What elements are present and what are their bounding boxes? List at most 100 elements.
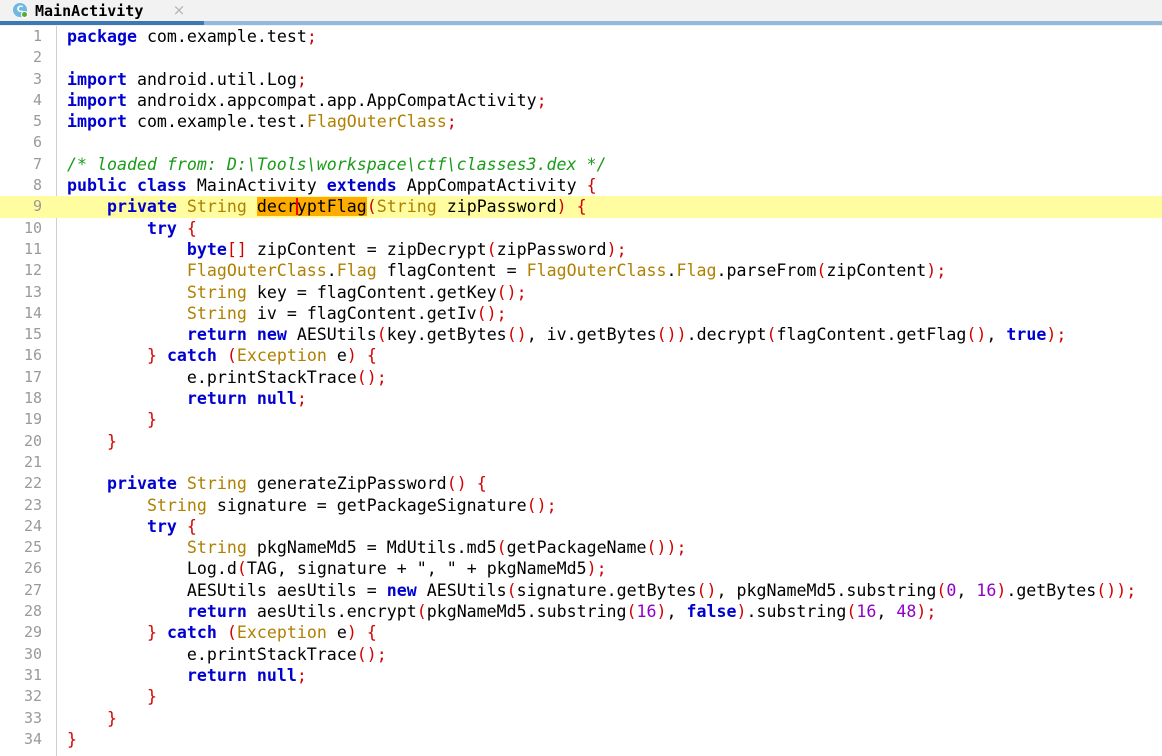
code-line[interactable]: 6 (0, 132, 1162, 153)
code-text: } (106, 708, 117, 728)
line-number: 22 (23, 474, 42, 493)
code-line[interactable]: 28 return aesUtils.encrypt(pkgNameMd5.su… (0, 601, 1162, 622)
line-number: 29 (23, 623, 42, 642)
code-text: String pkgNameMd5 = MdUtils.md5(getPacka… (186, 538, 687, 558)
code-line[interactable]: 1 package com.example.test; (0, 26, 1162, 47)
code-line[interactable]: 18 return null; (0, 388, 1162, 409)
java-class-icon: C (13, 3, 29, 19)
line-number: 34 (23, 729, 42, 748)
code-text: String key = flagContent.getKey(); (186, 282, 527, 302)
code-text: e.printStackTrace(); (186, 367, 387, 387)
code-line[interactable]: 25 String pkgNameMd5 = MdUtils.md5(getPa… (0, 537, 1162, 558)
code-text: /* loaded from: D:\Tools\workspace\ctf\c… (67, 154, 607, 174)
code-text: try { (146, 218, 197, 238)
line-number: 31 (23, 665, 42, 684)
code-line[interactable]: 12 FlagOuterClass.Flag flagContent = Fla… (0, 260, 1162, 281)
line-number: 32 (23, 687, 42, 706)
line-number: 27 (23, 580, 42, 599)
code-line[interactable]: 19 } (0, 409, 1162, 430)
code-text: e.printStackTrace(); (186, 644, 387, 664)
code-text: } (67, 729, 77, 749)
code-text: import com.example.test.FlagOuterClass; (67, 112, 457, 132)
code-line[interactable]: 14 String iv = flagContent.getIv(); (0, 303, 1162, 324)
code-text: } (146, 687, 157, 707)
code-text: String iv = flagContent.getIv(); (186, 303, 507, 323)
code-line[interactable]: 33 } (0, 708, 1162, 729)
code-text: return null; (186, 665, 307, 685)
code-line[interactable]: 4 import androidx.appcompat.app.AppCompat… (0, 90, 1162, 111)
line-number: 14 (23, 303, 42, 322)
code-line[interactable]: 30 e.printStackTrace(); (0, 644, 1162, 665)
tab-active-indicator (0, 21, 204, 25)
search-match-highlight: decryptFlag (256, 197, 367, 217)
editor-tab-bar: C MainActivity × (0, 0, 1162, 26)
line-number: 6 (32, 133, 42, 152)
code-line[interactable]: 32 } (0, 686, 1162, 707)
code-line[interactable]: 16 } catch (Exception e) { (0, 345, 1162, 366)
code-line[interactable]: 2 (0, 47, 1162, 68)
line-number: 18 (23, 389, 42, 408)
code-text: import android.util.Log; (67, 69, 307, 89)
line-number: 33 (23, 708, 42, 727)
code-line[interactable]: 10 try { (0, 218, 1162, 239)
line-number: 2 (32, 48, 42, 67)
code-text: byte[] zipContent = zipDecrypt(zipPasswo… (186, 239, 627, 259)
line-number: 15 (23, 325, 42, 344)
code-text: return null; (186, 389, 307, 409)
code-rows: 1 package com.example.test; 2 3 import andro… (0, 26, 1162, 750)
code-line-highlighted[interactable]: 9 private String decryptFlag(String zipP… (0, 196, 1162, 218)
code-line[interactable]: 31 return null; (0, 665, 1162, 686)
line-number: 16 (23, 346, 42, 365)
line-number: 8 (32, 176, 42, 195)
code-line[interactable]: 26 Log.d(TAG, signature + ", " + pkgName… (0, 558, 1162, 579)
line-number: 4 (32, 90, 42, 109)
line-number: 3 (32, 69, 42, 88)
code-text: private String generateZipPassword() { (106, 474, 487, 494)
code-line[interactable]: 8 public class MainActivity extends AppCo… (0, 175, 1162, 196)
line-number: 5 (32, 112, 42, 131)
line-number: 17 (23, 367, 42, 386)
code-line[interactable]: 15 return new AESUtils(key.getBytes(), i… (0, 324, 1162, 345)
code-line[interactable]: 3 import android.util.Log; (0, 69, 1162, 90)
code-text: String signature = getPackageSignature()… (146, 495, 557, 515)
line-number: 10 (23, 218, 42, 237)
code-text: return new AESUtils(key.getBytes(), iv.g… (186, 325, 1067, 345)
code-line[interactable]: 5 import com.example.test.FlagOuterClass; (0, 111, 1162, 132)
line-number: 1 (32, 27, 42, 45)
line-number: 11 (23, 239, 42, 258)
code-line[interactable]: 7 /* loaded from: D:\Tools\workspace\ctf\… (0, 154, 1162, 175)
code-line[interactable]: 24 try { (0, 516, 1162, 537)
code-text: } catch (Exception e) { (146, 346, 377, 366)
code-line[interactable]: 13 String key = flagContent.getKey(); (0, 282, 1162, 303)
line-number: 13 (23, 282, 42, 301)
code-text: import androidx.appcompat.app.AppCompatA… (67, 90, 547, 110)
close-icon[interactable]: × (172, 3, 186, 18)
code-editor[interactable]: 1 package com.example.test; 2 3 import andro… (0, 26, 1162, 756)
code-line[interactable]: 34} (0, 729, 1162, 750)
code-text: FlagOuterClass.Flag flagContent = FlagOu… (186, 261, 947, 281)
line-number: 28 (23, 602, 42, 621)
code-text: } (146, 410, 157, 430)
code-text: Log.d(TAG, signature + ", " + pkgNameMd5… (186, 559, 607, 579)
line-number: 7 (32, 154, 42, 173)
code-line[interactable]: 23 String signature = getPackageSignatur… (0, 495, 1162, 516)
line-number: 23 (23, 495, 42, 514)
line-number: 21 (23, 452, 42, 471)
line-number: 20 (23, 431, 42, 450)
code-text: } catch (Exception e) { (146, 623, 377, 643)
code-line[interactable]: 17 e.printStackTrace(); (0, 367, 1162, 388)
code-text: package com.example.test; (67, 27, 317, 46)
code-text: return aesUtils.encrypt(pkgNameMd5.subst… (186, 602, 937, 622)
code-line[interactable]: 11 byte[] zipContent = zipDecrypt(zipPas… (0, 239, 1162, 260)
line-number: 19 (23, 410, 42, 429)
code-line[interactable]: 20 } (0, 431, 1162, 452)
code-text: try { (146, 516, 197, 536)
code-text: } (106, 431, 117, 451)
code-line[interactable]: 27 AESUtils aesUtils = new AESUtils(sign… (0, 580, 1162, 601)
code-line[interactable]: 21 (0, 452, 1162, 473)
code-line[interactable]: 29 } catch (Exception e) { (0, 622, 1162, 643)
line-number: 25 (23, 538, 42, 557)
code-line[interactable]: 22 private String generateZipPassword() … (0, 473, 1162, 494)
line-number: 12 (23, 261, 42, 280)
text-caret (295, 198, 298, 216)
